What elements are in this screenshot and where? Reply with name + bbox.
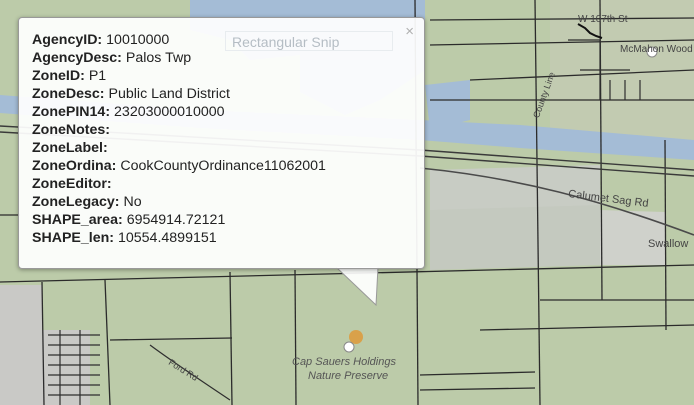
close-icon[interactable]: × — [405, 24, 414, 39]
attribute-value: Public Land District — [108, 86, 230, 102]
attribute-row: ZoneOrdina: CookCountyOrdinance11062001 — [32, 157, 326, 175]
attribute-row: AgencyDesc: Palos Twp — [32, 49, 326, 67]
attribute-value: Palos Twp — [125, 50, 192, 66]
attribute-row: ZoneDesc: Public Land District — [32, 85, 326, 103]
attribute-value: CookCountyOrdinance11062001 — [120, 158, 326, 174]
poi-label-swallow: Swallow — [648, 238, 689, 250]
popup-pointer — [336, 267, 379, 307]
attribute-key: ZoneOrdina: — [32, 158, 117, 174]
attribute-key: ZoneLabel: — [32, 140, 108, 156]
park-icon — [343, 341, 355, 353]
attribute-row: ZoneLegacy: No — [32, 193, 326, 211]
attribute-key: AgencyID: — [32, 32, 103, 48]
street-label-107th: W 107th St — [578, 14, 628, 25]
attribute-key: ZonePIN14: — [32, 104, 111, 120]
poi-label-preserve-line1: Cap Sauers Holdings — [292, 356, 396, 368]
attribute-key: ZoneEditor: — [32, 176, 112, 192]
attribute-key: SHAPE_len: — [32, 230, 114, 246]
feature-info-popup: Rectangular Snip × AgencyID: 10010000 Agen… — [18, 17, 425, 269]
attribute-value: No — [123, 194, 142, 210]
highlight-dot — [349, 330, 363, 344]
attribute-value: 6954914.72121 — [126, 212, 226, 228]
attribute-row: ZonePIN14: 23203000010000 — [32, 103, 326, 121]
attribute-key: ZoneNotes: — [32, 122, 111, 138]
developed-area — [42, 330, 90, 405]
attribute-value: 23203000010000 — [114, 104, 225, 120]
attribute-key: SHAPE_area: — [32, 212, 123, 228]
poi-label-mcmahon: McMahon Wood — [620, 44, 693, 55]
attribute-value: 10554.4899151 — [118, 230, 217, 246]
attribute-row: ZoneNotes: — [32, 121, 326, 139]
attribute-key: AgencyDesc: — [32, 50, 122, 66]
attribute-row: SHAPE_area: 6954914.72121 — [32, 211, 326, 229]
attribute-list: AgencyID: 10010000 AgencyDesc: Palos Twp Zon… — [32, 31, 326, 247]
attribute-key: ZoneLegacy: — [32, 194, 120, 210]
attribute-row: AgencyID: 10010000 — [32, 31, 326, 49]
attribute-row: SHAPE_len: 10554.4899151 — [32, 229, 326, 247]
attribute-row: ZoneEditor: — [32, 175, 326, 193]
attribute-row: ZoneLabel: — [32, 139, 326, 157]
attribute-row: ZoneID: P1 — [32, 67, 326, 85]
poi-label-preserve-line2: Nature Preserve — [308, 370, 389, 382]
developed-area — [0, 285, 42, 405]
attribute-value: 10010000 — [106, 32, 170, 48]
developed-area — [430, 205, 600, 270]
attribute-value: P1 — [88, 68, 107, 84]
attribute-key: ZoneDesc: — [32, 86, 105, 102]
attribute-key: ZoneID: — [32, 68, 85, 84]
